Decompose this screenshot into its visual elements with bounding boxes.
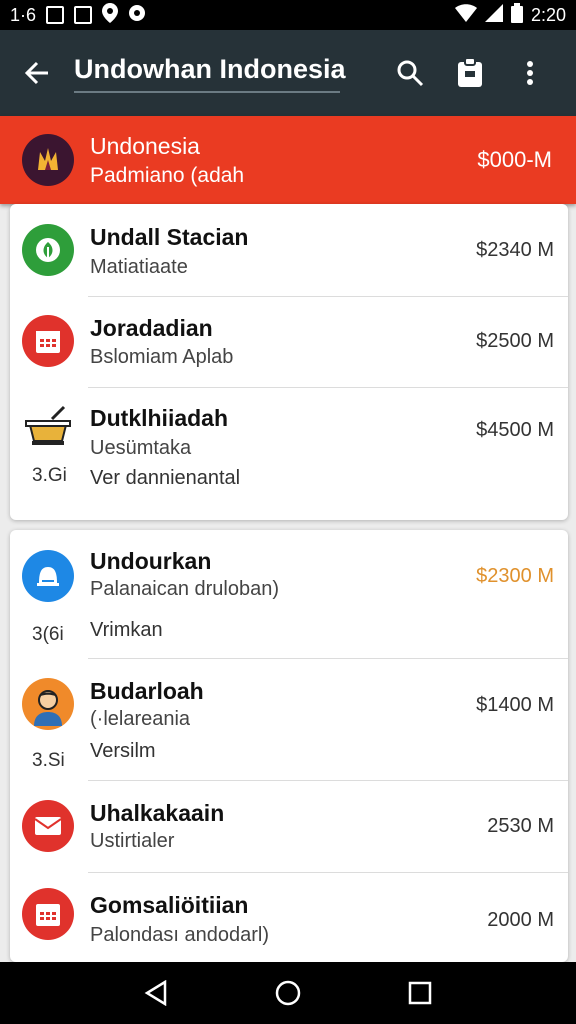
recents-square-icon[interactable] [390, 968, 450, 1018]
featured-banner[interactable]: Undonesia Padmiano (adah $000-M [0, 116, 576, 204]
signal-icon [484, 3, 503, 27]
back-triangle-icon[interactable] [126, 968, 186, 1018]
more-vert-icon[interactable] [500, 43, 560, 103]
item-note: Vrimkan [90, 619, 163, 641]
item-subtitle: Uesümtaka [90, 437, 192, 459]
item-title: Dutklhiiadah [90, 405, 229, 431]
item-title: Undourkan [90, 548, 212, 574]
list-item[interactable]: Uhalkakaain Ustirtialer 2530 M [10, 780, 568, 872]
item-value: $2300 M [476, 565, 554, 587]
item-subtitle: Ustirtialer [90, 830, 175, 852]
list-item[interactable]: Undall Stacian Matiatiaate $2340 M [10, 204, 568, 296]
bell-icon [22, 550, 74, 602]
app-title: Undowhan Indonesia [74, 54, 346, 93]
banner-subtitle: Padmiano (adah [90, 163, 245, 187]
item-title: Undall Stacian [90, 224, 249, 250]
clipboard-icon[interactable] [440, 43, 500, 103]
app-bar: Undowhan Indonesia [0, 30, 576, 116]
status-time: 2:20 [530, 4, 566, 25]
person-avatar-icon [22, 678, 74, 730]
list-item[interactable]: Joradadian Bslomiam Aplab $2500 M [10, 296, 568, 387]
list-card-2: 3(6i Undourkan Palanaican druloban) Vrim… [10, 530, 568, 962]
banner-value: $000-M [477, 147, 552, 172]
status-left-text: 1·6 [10, 4, 37, 25]
item-subtitle: Palanaican druloban) [90, 578, 280, 600]
leaf-icon [22, 224, 74, 276]
wifi-icon [454, 3, 477, 27]
list-item[interactable]: 3.Gi Dutklhiiadah Uesümtaka Ver danniena… [10, 387, 568, 520]
navigation-bar [0, 962, 576, 1024]
item-value: $1400 M [476, 694, 554, 716]
image-icon [46, 6, 65, 24]
calendar-icon [22, 315, 74, 367]
item-code: 3.Gi [32, 465, 67, 486]
item-value: $2500 M [476, 330, 554, 352]
record-icon [128, 4, 146, 27]
item-note: Ver dannienantal [90, 467, 241, 489]
item-subtitle: (·lelareania [90, 708, 191, 730]
back-arrow-icon[interactable] [0, 60, 74, 86]
location-icon [102, 2, 119, 28]
list-item[interactable]: Gomsaliöitiian Palondası andodarl) 2000 … [10, 872, 568, 962]
crown-emblem-icon [22, 134, 74, 186]
cauldron-icon [22, 401, 74, 453]
search-icon[interactable] [380, 43, 440, 103]
item-code: 3(6i [32, 624, 64, 645]
list-item[interactable]: 3.Si Budarloah (·lelareania Versilm $140… [10, 658, 568, 780]
item-subtitle: Matiatiaate [90, 256, 188, 278]
battery-icon [510, 2, 523, 28]
item-title: Gomsaliöitiian [90, 892, 249, 918]
item-title: Budarloah [90, 678, 204, 704]
item-title: Joradadian [90, 315, 213, 341]
item-value: 2000 M [487, 909, 554, 931]
envelope-icon [22, 800, 74, 852]
item-value: 2530 M [487, 815, 554, 837]
item-code: 3.Si [32, 750, 65, 771]
photo-icon [74, 6, 93, 24]
item-subtitle: Bslomiam Aplab [90, 346, 234, 368]
banner-title: Undonesia [90, 132, 200, 159]
calendar-icon [22, 888, 74, 940]
item-value: $2340 M [476, 239, 554, 261]
home-circle-icon[interactable] [258, 968, 318, 1018]
status-bar: 1·6 2:20 [0, 0, 576, 30]
list-item[interactable]: 3(6i Undourkan Palanaican druloban) Vrim… [10, 530, 568, 658]
list-card-1: Undall Stacian Matiatiaate $2340 M Jorad… [10, 204, 568, 520]
item-title: Uhalkakaain [90, 800, 225, 826]
item-value: $4500 M [476, 419, 554, 441]
item-note: Versilm [90, 740, 156, 762]
item-subtitle: Palondası andodarl) [90, 924, 270, 946]
